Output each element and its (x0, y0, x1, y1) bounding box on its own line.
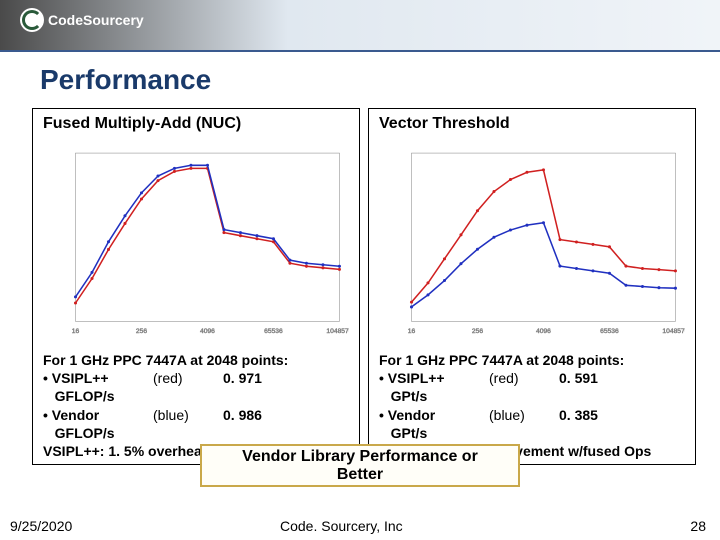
svg-text:256: 256 (472, 328, 483, 335)
lbl-name: Vendor (388, 407, 435, 423)
lbl-value: 0. 591 (559, 369, 619, 387)
svg-text:65536: 65536 (600, 328, 619, 335)
unit: GFLOP/s (55, 425, 115, 441)
lbl-color: (blue) (489, 406, 559, 424)
lbl-value: 0. 986 (223, 406, 283, 424)
unit: GPt/s (391, 425, 428, 441)
footer-date: 9/25/2020 (10, 518, 72, 534)
lbl-color: (red) (153, 369, 223, 387)
callout-box: Vendor Library Performance or Better (200, 444, 520, 487)
caption-lead: For 1 GHz PPC 7447A at 2048 points: (43, 351, 349, 369)
callout-line1: Vendor Library Performance or (206, 448, 514, 466)
lbl-name: Vendor (52, 407, 99, 423)
chart-left: 16 256 4096 65536 1048576 (43, 137, 349, 347)
footer-org: Code. Sourcery, Inc (280, 518, 403, 534)
lbl-name: VSIPL++ (388, 370, 445, 386)
brand-swirl-icon (20, 8, 44, 32)
lbl-color: (red) (489, 369, 559, 387)
unit: GFLOP/s (55, 388, 115, 404)
slide-header: CodeSourcery (0, 0, 720, 52)
svg-text:65536: 65536 (264, 328, 283, 335)
row-vendor: • Vendor (blue) 0. 986 (43, 406, 349, 424)
chart-right-svg: 16 256 4096 65536 1048576 (379, 137, 685, 347)
panels-row: Fused Multiply-Add (NUC) 162564096655361… (32, 108, 696, 465)
row-unit-r: GPt/s (379, 387, 685, 405)
panel-right: Vector Threshold 16 256 4096 65536 1048576 F… (368, 108, 696, 465)
unit: GPt/s (391, 388, 428, 404)
panel-left: Fused Multiply-Add (NUC) 162564096655361… (32, 108, 360, 465)
svg-text:1048576: 1048576 (326, 328, 349, 335)
lbl-name: VSIPL++ (52, 370, 109, 386)
svg-text:1048576: 1048576 (662, 328, 685, 335)
row-unit: GFLOP/s (43, 387, 349, 405)
row-vsipl: • VSIPL++ (red) 0. 971 (43, 369, 349, 387)
caption-lead-r: For 1 GHz PPC 7447A at 2048 points: (379, 351, 685, 369)
lbl-color: (blue) (153, 406, 223, 424)
svg-text:16: 16 (408, 328, 416, 335)
row-vsipl-r: • VSIPL++ (red) 0. 591 (379, 369, 685, 387)
svg-text:16: 16 (72, 328, 80, 335)
row-vendor-r: • Vendor (blue) 0. 385 (379, 406, 685, 424)
footer-page: 28 (690, 518, 706, 534)
chart-left-svg: 16 256 4096 65536 1048576 (43, 137, 349, 347)
panel-left-title: Fused Multiply-Add (NUC) (43, 115, 349, 133)
row-unit-2: GFLOP/s (43, 424, 349, 442)
slide-title: Performance (40, 64, 211, 96)
lbl-value: 0. 385 (559, 406, 619, 424)
chart-right: 16 256 4096 65536 1048576 (379, 137, 685, 347)
panel-right-title: Vector Threshold (379, 115, 685, 133)
svg-text:4096: 4096 (200, 328, 215, 335)
callout-line2: Better (206, 466, 514, 484)
row-unit-r2: GPt/s (379, 424, 685, 442)
brand-logo: CodeSourcery (20, 8, 144, 32)
svg-text:256: 256 (136, 328, 147, 335)
lbl-value: 0. 971 (223, 369, 283, 387)
brand-text: CodeSourcery (48, 12, 144, 28)
svg-text:4096: 4096 (536, 328, 551, 335)
